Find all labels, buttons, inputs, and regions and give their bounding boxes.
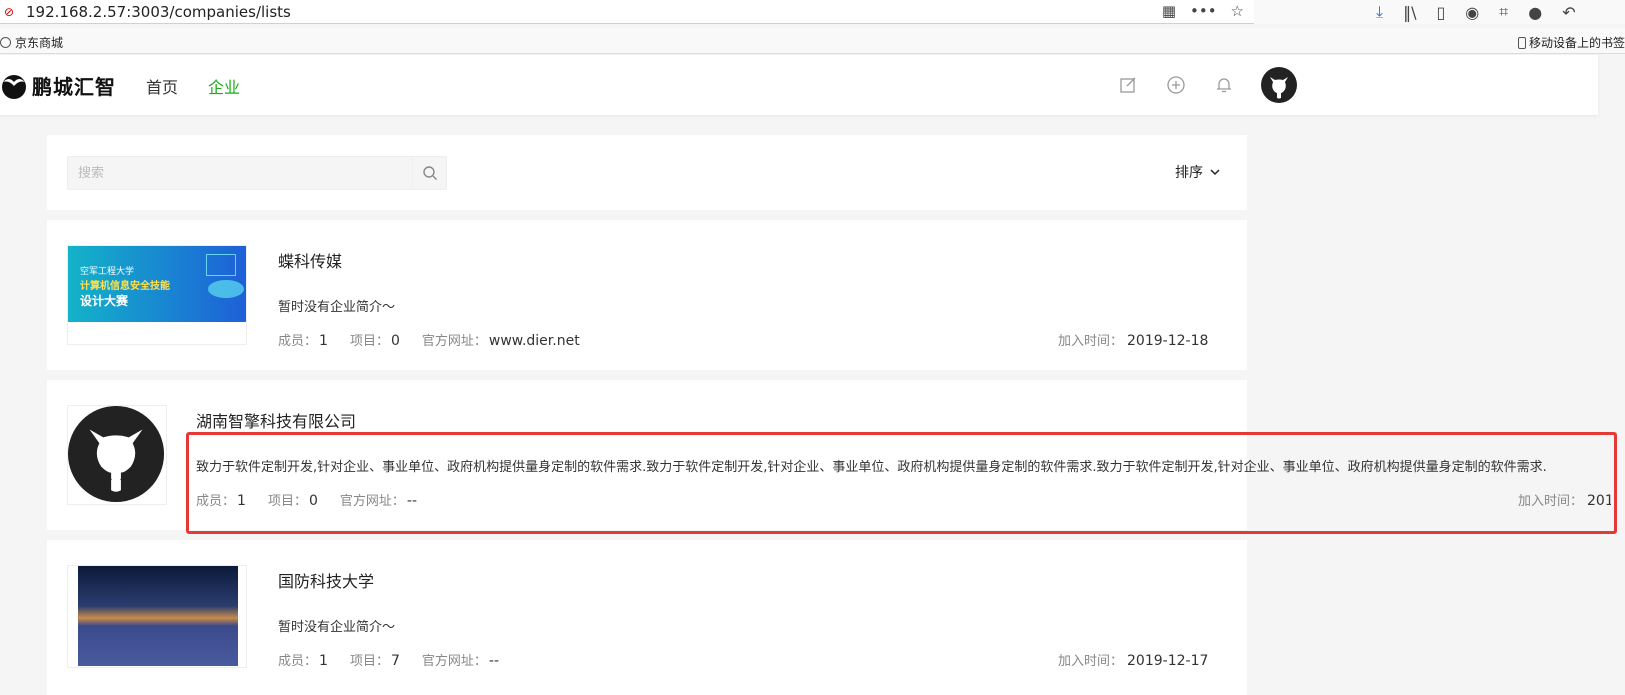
- url-text[interactable]: 192.168.2.57:3003/companies/lists: [26, 3, 291, 21]
- bookmarks-bar: 京东商城 移动设备上的书签: [0, 28, 1625, 54]
- search-panel: 排序: [47, 135, 1247, 210]
- crop-icon[interactable]: ⌗: [1499, 2, 1508, 22]
- header-actions: [1118, 75, 1234, 95]
- banner-graphic: [208, 280, 244, 298]
- members-count: 1: [319, 653, 328, 669]
- bookmark-mobile[interactable]: 移动设备上的书签: [1518, 34, 1625, 51]
- website-value[interactable]: --: [489, 653, 499, 669]
- website-value[interactable]: --: [407, 493, 417, 509]
- globe-icon: [0, 37, 11, 48]
- projects-count: 7: [390, 653, 400, 669]
- company-description: 致力于软件定制开发,针对企业、事业单位、政府机构提供量身定制的软件需求.致力于软…: [196, 460, 1547, 475]
- nav-home[interactable]: 首页: [146, 74, 178, 98]
- banner-screen-graphic: [206, 254, 236, 276]
- joined-date: 加入时间： 2019-12-17: [1058, 653, 1209, 669]
- edit-icon[interactable]: [1118, 75, 1138, 95]
- logo-icon: [2, 74, 26, 99]
- company-name[interactable]: 蝶科传媒: [278, 248, 342, 272]
- banner-line-3: 设计大赛: [80, 294, 129, 308]
- joined-date: 加入时间：2019-12-18: [1058, 333, 1209, 349]
- star-icon[interactable]: ☆: [1231, 2, 1244, 20]
- members-label: 成员：: [278, 334, 318, 349]
- bell-icon[interactable]: [1214, 75, 1234, 95]
- library-icon[interactable]: ‖\: [1403, 3, 1416, 22]
- main-nav: 首页 企业: [146, 74, 240, 98]
- company-banner: 空军工程大学 计算机信息安全技能 设计大赛: [67, 245, 247, 345]
- github-avatar-icon: [68, 406, 165, 503]
- company-meta: 成员： 1 项目： 7 官方网址： --: [278, 650, 499, 669]
- company-name[interactable]: 国防科技大学: [278, 568, 374, 592]
- projects-label: 项目：: [267, 494, 307, 509]
- app-header: 鹏城汇智 首页 企业: [0, 55, 1598, 115]
- members-count: 1: [319, 333, 328, 349]
- download-icon[interactable]: ⤓: [1376, 2, 1383, 22]
- bookmark-jd[interactable]: 京东商城: [0, 34, 63, 51]
- website-label: 官方网址：: [421, 334, 487, 349]
- phone-icon: [1518, 36, 1526, 49]
- company-banner: [67, 565, 247, 668]
- projects-count: 0: [308, 493, 318, 509]
- company-description: 暂时没有企业简介～: [278, 300, 396, 315]
- members-label: 成员：: [278, 654, 318, 669]
- website-value[interactable]: www.dier.net: [489, 333, 580, 349]
- address-bar-actions: ▦ ••• ☆: [1162, 2, 1244, 20]
- landscape-graphic: [78, 566, 238, 666]
- search-icon[interactable]: [412, 156, 446, 190]
- search-input[interactable]: [68, 157, 412, 189]
- account-icon[interactable]: ◉: [1465, 3, 1479, 22]
- banner-line-1: 空军工程大学: [80, 267, 135, 277]
- company-card[interactable]: 国防科技大学 暂时没有企业简介～ 成员： 1 项目： 7 官方网址： -- 加入时间：…: [47, 540, 1247, 695]
- browser-toolbar: ⤓ ‖\ ▯ ◉ ⌗ ● ↶: [1254, 0, 1625, 24]
- chevron-down-icon: [1210, 169, 1220, 176]
- website-label: 官方网址：: [421, 654, 487, 669]
- company-meta: 成员： 1 项目： 0 官方网址： --: [196, 490, 417, 509]
- projects-count: 0: [390, 333, 400, 349]
- sidebar-icon[interactable]: ▯: [1436, 3, 1445, 22]
- members-count: 1: [237, 493, 246, 509]
- address-bar: ⊘ 192.168.2.57:3003/companies/lists ▦ ••…: [0, 0, 1254, 24]
- site-logo[interactable]: 鹏城汇智: [0, 71, 116, 100]
- qr-code-icon[interactable]: ▦: [1162, 2, 1176, 20]
- members-label: 成员：: [196, 494, 236, 509]
- insecure-lock-icon[interactable]: ⊘: [4, 5, 18, 19]
- banner-line-2: 计算机信息安全技能: [80, 281, 170, 292]
- chat-icon[interactable]: ●: [1528, 3, 1542, 22]
- more-icon[interactable]: •••: [1190, 2, 1217, 20]
- add-circle-icon[interactable]: [1166, 75, 1186, 95]
- joined-date: 加入时间：2019-12-18: [1518, 493, 1611, 509]
- website-label: 官方网址：: [339, 494, 405, 509]
- projects-label: 项目：: [349, 654, 389, 669]
- undo-icon[interactable]: ↶: [1562, 3, 1575, 22]
- projects-label: 项目：: [349, 334, 389, 349]
- nav-enterprise[interactable]: 企业: [208, 74, 240, 98]
- logo-text: 鹏城汇智: [32, 75, 116, 99]
- company-description: 暂时没有企业简介～: [278, 620, 396, 635]
- sort-dropdown[interactable]: 排序: [1175, 162, 1221, 182]
- user-avatar[interactable]: [1261, 67, 1297, 103]
- search-box: [67, 156, 447, 190]
- company-card[interactable]: 空军工程大学 计算机信息安全技能 设计大赛 蝶科传媒 暂时没有企业简介～ 成员：…: [47, 220, 1247, 370]
- company-card[interactable]: 湖南智擎科技有限公司 致力于软件定制开发,针对企业、事业单位、政府机构提供量身定…: [47, 380, 1611, 530]
- company-meta: 成员： 1 项目： 0 官方网址： www.dier.net: [278, 330, 580, 349]
- company-logo: [67, 405, 167, 505]
